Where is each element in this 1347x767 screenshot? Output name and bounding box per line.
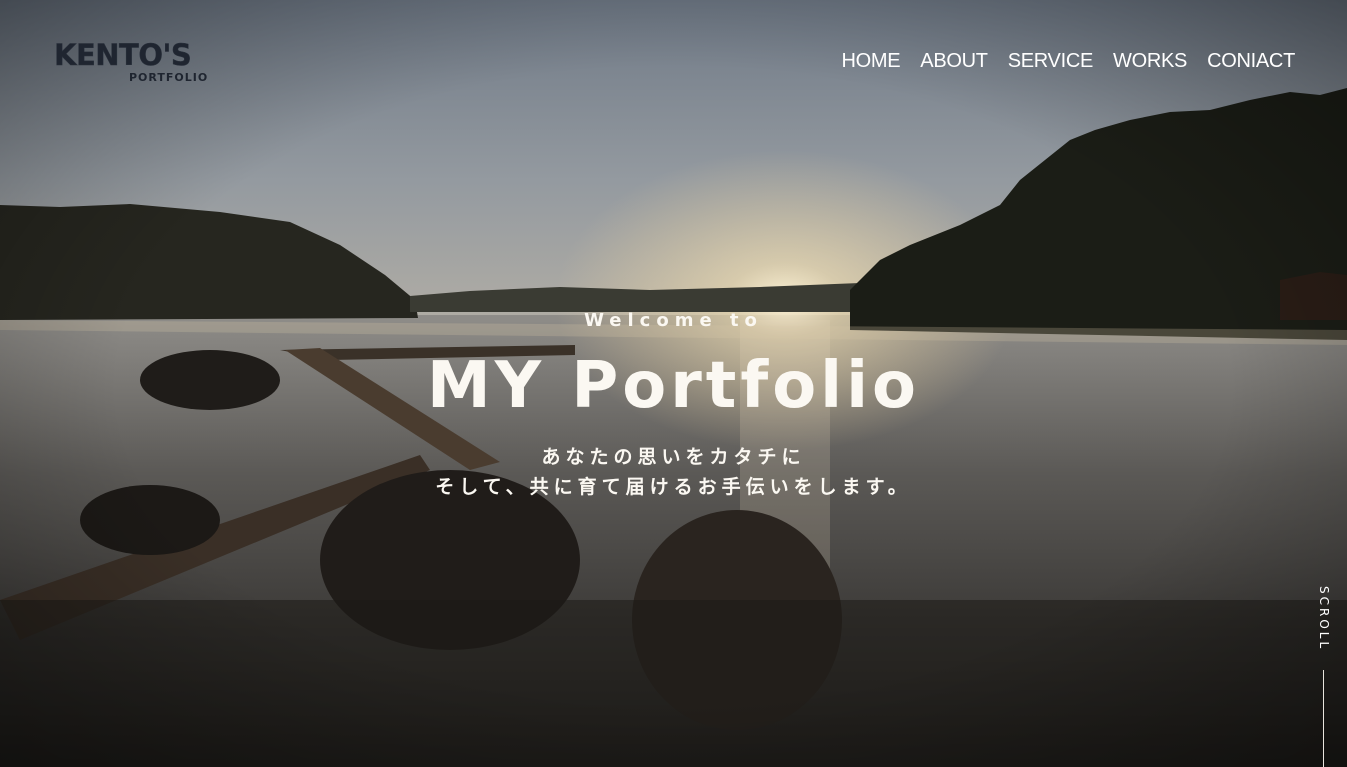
nav-home[interactable]: HOME: [841, 48, 900, 74]
logo-subtitle: PORTFOLIO: [129, 71, 209, 84]
hero-title: MY Portfolio: [427, 349, 920, 423]
scroll-label: SCROLL: [1317, 586, 1331, 652]
nav-contact[interactable]: CONIACT: [1207, 48, 1295, 74]
logo-title: KENTO'S: [54, 38, 192, 73]
main-nav: HOME ABOUT SERVICE WORKS CONIACT: [841, 48, 1295, 74]
tagline-line-2: そして、共に育て届けるお手伝いをします。: [435, 476, 912, 498]
scroll-indicator[interactable]: SCROLL: [1309, 586, 1339, 767]
scroll-line: [1323, 670, 1324, 767]
site-logo[interactable]: KENTO'S PORTFOLIO: [54, 38, 214, 88]
hero-tagline: あなたの思いをカタチに そして、共に育て届けるお手伝いをします。: [0, 442, 1347, 502]
nav-about[interactable]: ABOUT: [920, 48, 988, 74]
tagline-line-1: あなたの思いをカタチに: [541, 446, 806, 468]
nav-service[interactable]: SERVICE: [1008, 48, 1094, 74]
welcome-text: Welcome to: [584, 310, 763, 331]
nav-works[interactable]: WORKS: [1113, 48, 1187, 74]
